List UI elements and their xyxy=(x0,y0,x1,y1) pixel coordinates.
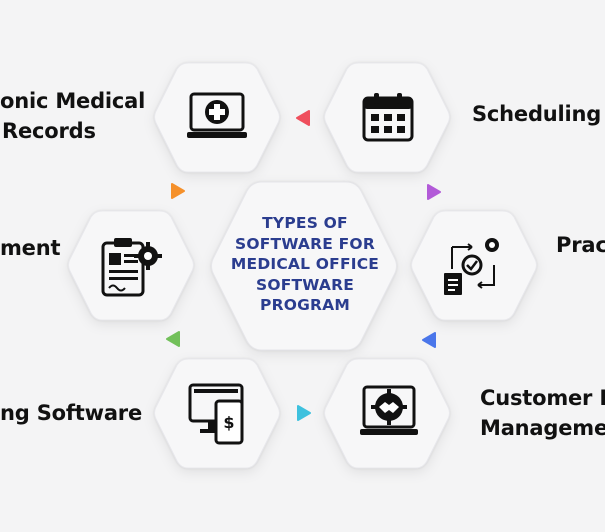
arrow-top xyxy=(296,110,310,126)
label-line: Customer R xyxy=(480,386,605,410)
arrow-bottom xyxy=(297,405,311,421)
label-practice: Pract xyxy=(556,230,605,260)
clipboard-gear-icon xyxy=(100,235,164,303)
center-title-line: SOFTWARE xyxy=(255,275,355,294)
label-line: Pract xyxy=(556,233,605,257)
svg-text:$: $ xyxy=(223,413,234,432)
center-title-line: MEDICAL OFFICE xyxy=(230,255,380,273)
label-billing: ng Software xyxy=(0,398,142,428)
handshake-gear-icon xyxy=(358,385,420,445)
arrow-lower-right xyxy=(422,332,436,348)
label-scheduling: Scheduling S xyxy=(472,99,605,129)
label-line: onic Medical xyxy=(0,89,146,113)
center-title-line: SOFTWARE FOR xyxy=(235,234,375,253)
center-title-line: PROGRAM xyxy=(260,296,350,314)
label-management: ment xyxy=(0,233,61,263)
label-ehr: onic Medical Records xyxy=(0,86,146,146)
label-crm: Customer R Manageme xyxy=(480,383,605,443)
label-line: Manageme xyxy=(480,416,605,440)
label-line: ng Software xyxy=(0,401,142,425)
label-line: ment xyxy=(0,236,61,260)
arrow-upper-left xyxy=(171,183,185,199)
arrow-upper-right xyxy=(427,184,441,200)
center-title: TYPES OF SOFTWARE FOR MEDICAL OFFICE SOF… xyxy=(215,213,395,316)
arrow-lower-left xyxy=(166,331,180,347)
label-line: Records xyxy=(2,119,96,143)
label-line: Scheduling S xyxy=(472,102,605,126)
medical-laptop-icon xyxy=(185,92,249,146)
computer-billing-icon: $ xyxy=(188,383,248,449)
center-title-line: TYPES OF xyxy=(262,214,348,232)
calendar-icon xyxy=(362,92,414,146)
document-gear-icon xyxy=(442,235,506,303)
